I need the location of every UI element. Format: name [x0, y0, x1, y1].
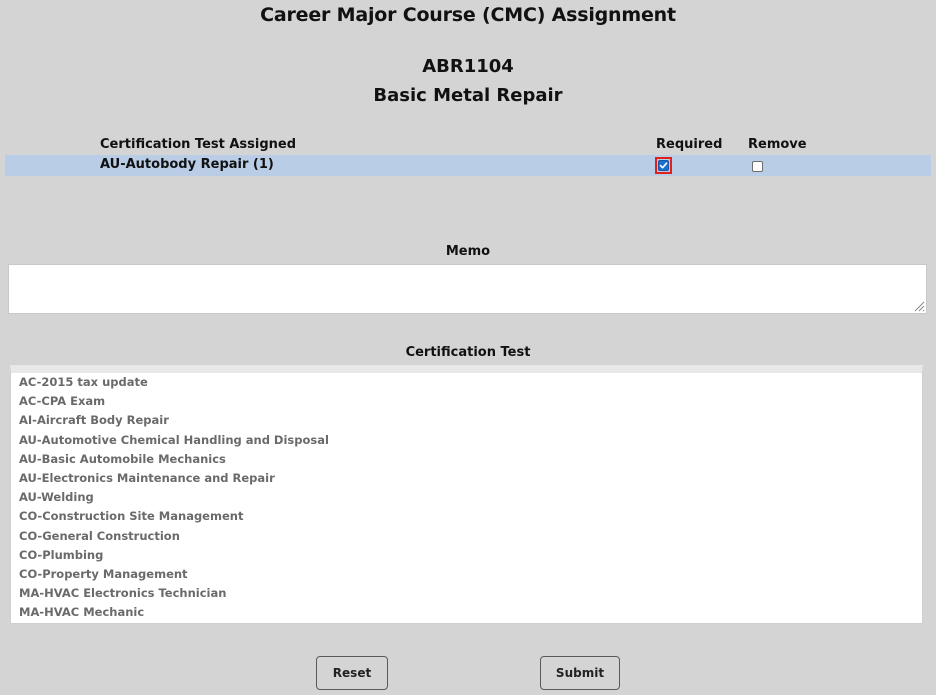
list-item[interactable]: AU-Electronics Maintenance and Repair	[11, 469, 922, 488]
list-item[interactable]: MA-HVAC Mechanic	[11, 603, 922, 622]
list-item[interactable]: AC-CPA Exam	[11, 392, 922, 411]
course-name: Basic Metal Repair	[373, 85, 563, 106]
list-item[interactable]: AU-Basic Automobile Mechanics	[11, 450, 922, 469]
list-item[interactable]: CO-General Construction	[11, 527, 922, 546]
header-remove: Remove	[748, 137, 807, 152]
list-item[interactable]: AU-Welding	[11, 488, 922, 507]
memo-textarea[interactable]	[8, 264, 927, 314]
resize-grip-icon[interactable]	[913, 300, 925, 312]
certification-test-label: Certification Test	[405, 345, 531, 360]
list-item[interactable]: AI-Aircraft Body Repair	[11, 411, 922, 430]
assigned-row: AU-Autobody Repair (1)	[5, 155, 931, 176]
memo-label: Memo	[445, 244, 491, 259]
course-code: ABR1104	[422, 56, 514, 77]
check-icon	[659, 162, 668, 169]
list-item[interactable]: AU-Automotive Chemical Handling and Disp…	[11, 431, 922, 450]
list-item[interactable]: AC-2015 tax update	[11, 373, 922, 392]
required-checkbox-focus[interactable]	[655, 157, 672, 174]
list-item[interactable]: CO-Construction Site Management	[11, 507, 922, 526]
list-item[interactable]: CO-Property Management	[11, 565, 922, 584]
certification-test-list[interactable]: AC-2015 tax update AC-CPA Exam AI-Aircra…	[10, 365, 923, 624]
list-item[interactable]: CO-Plumbing	[11, 546, 922, 565]
list-item[interactable]: MA-HVAC Electronics Technician	[11, 584, 922, 603]
submit-button[interactable]: Submit	[540, 656, 620, 690]
page-title: Career Major Course (CMC) Assignment	[260, 4, 676, 26]
remove-checkbox[interactable]	[752, 161, 763, 172]
header-required: Required	[656, 137, 723, 152]
required-checkbox[interactable]	[658, 160, 669, 171]
reset-button[interactable]: Reset	[316, 656, 388, 690]
assigned-row-label: AU-Autobody Repair (1)	[100, 157, 274, 172]
header-certification-test-assigned: Certification Test Assigned	[100, 137, 297, 152]
